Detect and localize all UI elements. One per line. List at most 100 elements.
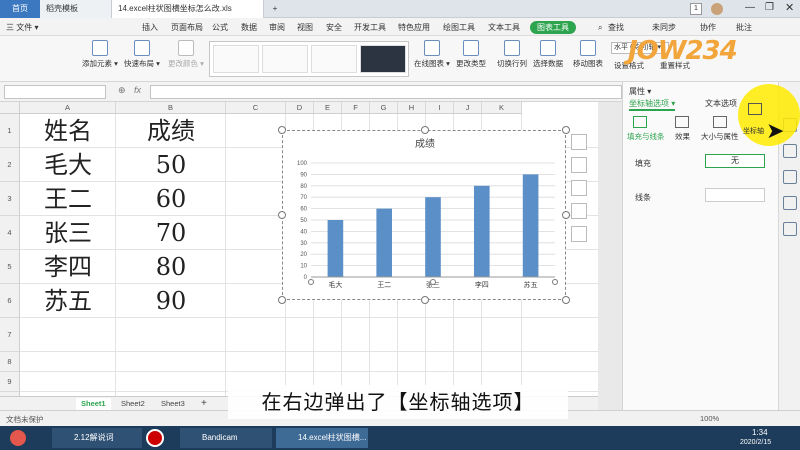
sheet-tab-2[interactable]: Sheet2	[116, 398, 150, 410]
col-header-B[interactable]: B	[116, 102, 226, 114]
menu-developer[interactable]: 开发工具	[354, 21, 386, 34]
row-header-2[interactable]: 2	[0, 148, 20, 182]
col-header-I[interactable]: I	[426, 102, 454, 114]
chart-style-3[interactable]	[311, 45, 357, 73]
resize-handle-bl[interactable]	[278, 296, 286, 304]
menu-security[interactable]: 安全	[326, 21, 342, 34]
row-header-7[interactable]: 7	[0, 318, 20, 352]
chart-filter-icon[interactable]	[571, 180, 587, 196]
menu-text-tools[interactable]: 文本工具	[488, 21, 520, 34]
switch-rowcol-button[interactable]: 切换行列	[497, 40, 527, 69]
tab-home[interactable]: 首页	[0, 0, 40, 18]
col-header-E[interactable]: E	[314, 102, 342, 114]
axis-options-icon[interactable]	[748, 103, 762, 115]
resize-handle-t[interactable]	[421, 126, 429, 134]
row-header-9[interactable]: 9	[0, 372, 20, 392]
resize-handle-b[interactable]	[421, 296, 429, 304]
chart-style-1[interactable]	[213, 45, 259, 73]
help-icon[interactable]	[783, 222, 797, 236]
col-header-A[interactable]: A	[20, 102, 116, 114]
search-label[interactable]: 查找	[608, 21, 624, 34]
col-header-G[interactable]: G	[370, 102, 398, 114]
chart-style-2[interactable]	[262, 45, 308, 73]
col-header-D[interactable]: D	[286, 102, 314, 114]
add-sheet-button[interactable]: +	[196, 398, 212, 410]
taskbar-item-bandicam[interactable]: Bandicam	[180, 428, 272, 448]
tab-axis-options[interactable]: 坐标轴选项 ▾	[629, 98, 676, 111]
subtab-size-props[interactable]: 大小与属性	[701, 131, 739, 142]
file-menu[interactable]: 三 文件 ▾	[6, 21, 38, 34]
col-header-J[interactable]: J	[454, 102, 482, 114]
data-cell[interactable]: 80	[116, 250, 226, 284]
chart-style-4[interactable]	[360, 45, 406, 73]
line-section-label[interactable]: 线条	[635, 192, 651, 203]
size-props-icon[interactable]	[713, 116, 727, 128]
tab-workbook[interactable]: 14.excel柱状图横坐标怎么改.xls	[112, 0, 264, 18]
resize-handle-tl[interactable]	[278, 126, 286, 134]
bar-chart[interactable]: 成绩0102030405060708090100毛大王二张三李四苏五	[278, 126, 570, 304]
menu-formula[interactable]: 公式	[212, 21, 228, 34]
sheet-tab-3[interactable]: Sheet3	[156, 398, 190, 410]
line-select[interactable]	[705, 188, 765, 202]
data-cell[interactable]: 王二	[20, 182, 116, 216]
taskbar-item-folder[interactable]: 2.12解说词	[52, 428, 142, 448]
add-element-button[interactable]: 添加元素 ▾	[82, 40, 118, 69]
name-box[interactable]	[4, 85, 106, 99]
row-header-8[interactable]: 8	[0, 352, 20, 372]
menu-view[interactable]: 视图	[297, 21, 313, 34]
data-cell[interactable]: 李四	[20, 250, 116, 284]
fill-bucket-icon[interactable]	[783, 144, 797, 158]
formula-input[interactable]	[150, 85, 622, 99]
tab-text-options[interactable]: 文本选项	[705, 98, 737, 109]
chart-settings-gear-icon[interactable]	[571, 226, 587, 242]
subtab-effect[interactable]: 效果	[675, 131, 690, 142]
subtab-fill-line[interactable]: 填充与线条	[627, 131, 665, 142]
data-cell[interactable]: 70	[116, 216, 226, 250]
adjust-icon[interactable]	[783, 196, 797, 210]
zoom-icon[interactable]: ⊕	[118, 85, 126, 96]
resize-handle-r[interactable]	[562, 211, 570, 219]
minimize-icon[interactable]: —	[745, 2, 755, 13]
fill-section-label[interactable]: 填充	[635, 158, 651, 169]
menu-data[interactable]: 数据	[241, 21, 257, 34]
header-cell[interactable]: 成绩	[116, 114, 226, 148]
row-header-5[interactable]: 5	[0, 250, 20, 284]
data-cell[interactable]: 60	[116, 182, 226, 216]
resize-handle-l[interactable]	[278, 211, 286, 219]
subtab-axis[interactable]: 坐标轴	[743, 126, 764, 136]
new-tab-button[interactable]: +	[268, 0, 282, 18]
move-chart-button[interactable]: 移动图表	[573, 40, 603, 69]
col-header-K[interactable]: K	[482, 102, 522, 114]
menu-page-layout[interactable]: 页面布局	[171, 21, 203, 34]
close-icon[interactable]: ✕	[785, 1, 794, 14]
menu-review[interactable]: 审阅	[269, 21, 285, 34]
change-color-button[interactable]: 更改颜色 ▾	[168, 40, 204, 69]
select-all-corner[interactable]	[0, 102, 20, 114]
taskbar-item-wps[interactable]: 14.excel柱状图横...	[276, 428, 368, 448]
chart-elements-icon[interactable]	[571, 134, 587, 150]
search-icon[interactable]: ⌕	[598, 21, 602, 34]
menu-draw-tools[interactable]: 绘图工具	[443, 21, 475, 34]
select-data-button[interactable]: 选择数据	[533, 40, 563, 69]
row-header-6[interactable]: 6	[0, 284, 20, 318]
comment-button[interactable]: 批注	[736, 21, 752, 34]
resize-handle-tr[interactable]	[562, 126, 570, 134]
row-header-3[interactable]: 3	[0, 182, 20, 216]
col-header-H[interactable]: H	[398, 102, 426, 114]
zoom-level[interactable]: 100%	[700, 414, 719, 423]
header-cell[interactable]: 姓名	[20, 114, 116, 148]
fx-icon[interactable]: fx	[134, 85, 141, 95]
chart-styles-icon[interactable]	[571, 157, 587, 173]
row-header-1[interactable]: 1	[0, 114, 20, 148]
fill-line-icon[interactable]	[633, 116, 647, 128]
data-cell[interactable]: 90	[116, 284, 226, 318]
effect-icon[interactable]	[675, 116, 689, 128]
change-type-button[interactable]: 更改类型	[456, 40, 486, 69]
pane-title[interactable]: 属性 ▾	[629, 86, 651, 97]
menu-features[interactable]: 特色应用	[398, 21, 430, 34]
row-header-4[interactable]: 4	[0, 216, 20, 250]
fill-select[interactable]: 无	[705, 154, 765, 168]
start-logo-icon[interactable]	[10, 430, 26, 446]
table-icon[interactable]	[783, 170, 797, 184]
col-header-F[interactable]: F	[342, 102, 370, 114]
